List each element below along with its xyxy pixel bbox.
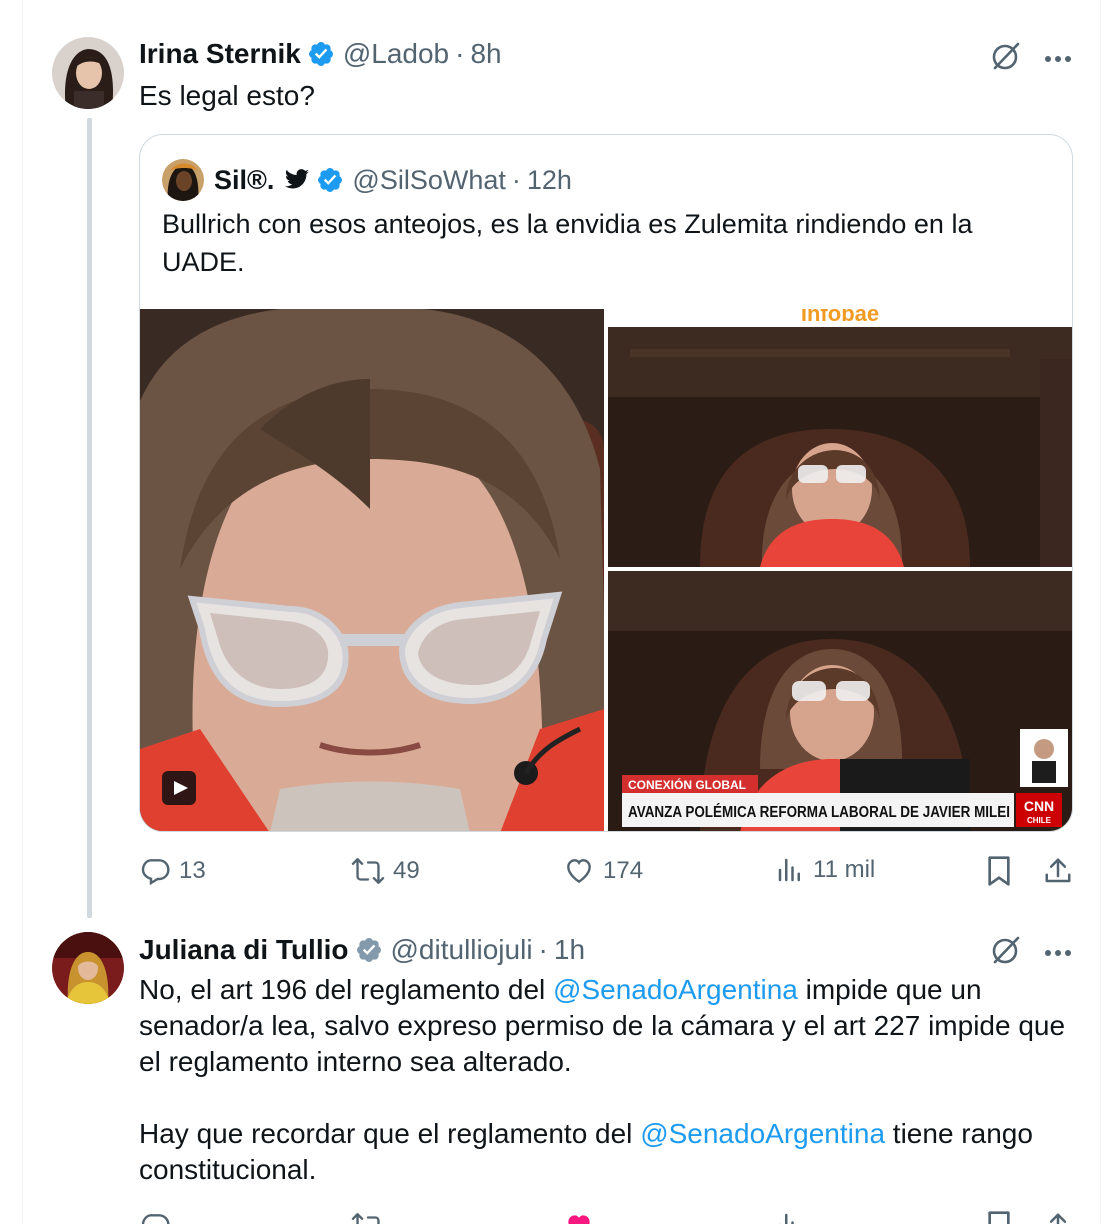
tweet-paragraph-1: No, el art 196 del reglamento del @Senad…	[139, 972, 1069, 1080]
tweet-text: No, el art 196 del reglamento del @Senad…	[139, 972, 1069, 1188]
repost-button[interactable]	[351, 1210, 385, 1224]
like-button[interactable]: 174	[563, 855, 643, 887]
timestamp[interactable]: 8h	[470, 38, 501, 70]
tweet-paragraph-2: Hay que recordar que el reglamento del @…	[139, 1116, 1069, 1188]
bookmark-icon	[988, 856, 1010, 886]
repost-button[interactable]: 49	[351, 855, 420, 887]
views-count: 11 mil	[813, 856, 876, 883]
quote-avatar	[162, 159, 204, 201]
bookmark-button[interactable]	[985, 1210, 1013, 1224]
reply-button[interactable]	[139, 1210, 171, 1224]
header-actions	[990, 40, 1072, 77]
share-button[interactable]	[1043, 855, 1073, 887]
svg-text:CONEXIÓN GLOBAL: CONEXIÓN GLOBAL	[628, 777, 746, 792]
more-options-icon[interactable]	[1044, 50, 1072, 68]
tweet-juliana[interactable]: Juliana di Tullio @ditulliojuli · 1h No,…	[52, 910, 1082, 1224]
media-image-top-right: Infobae	[608, 301, 1072, 567]
grok-icon[interactable]	[990, 934, 1022, 971]
header-actions	[990, 934, 1072, 971]
views-icon	[779, 1213, 794, 1224]
text-segment: No, el art 196 del reglamento del	[139, 974, 554, 1005]
media-image-bottom-right: CONEXIÓN GLOBAL AVANZA POLÉMICA REFORMA …	[608, 571, 1072, 831]
views-icon	[778, 858, 800, 882]
author-name[interactable]: Juliana di Tullio	[139, 934, 349, 966]
share-icon	[1049, 1213, 1067, 1224]
tweet-text: Es legal esto?	[139, 80, 315, 111]
bookmark-button[interactable]	[985, 855, 1013, 887]
reply-icon	[141, 859, 170, 886]
reply-button[interactable]: 13	[139, 855, 206, 887]
verified-badge-icon	[316, 166, 344, 194]
tweet-header: Irina Sternik @Ladob · 8h	[139, 38, 502, 70]
text-segment: Hay que recordar que el reglamento del	[139, 1118, 641, 1149]
mention-link[interactable]: @SenadoArgentina	[553, 974, 798, 1005]
quote-tweet[interactable]: Sil®. @SilSoWhat · 12h Bullrich con esos…	[139, 134, 1073, 832]
verified-badge-icon	[307, 40, 335, 68]
heart-icon	[567, 859, 591, 884]
separator-dot: ·	[538, 934, 548, 965]
more-options-icon[interactable]	[1044, 944, 1072, 962]
tweet-action-bar	[139, 1210, 1079, 1224]
quote-header: Sil®. @SilSoWhat · 12h	[162, 159, 572, 201]
verified-badge-icon	[355, 936, 383, 964]
separator-dot: ·	[455, 38, 465, 69]
repost-count: 49	[393, 857, 420, 884]
grok-icon[interactable]	[990, 40, 1022, 77]
svg-text:CNN: CNN	[1024, 798, 1054, 814]
author-name[interactable]: Irina Sternik	[139, 38, 301, 70]
svg-text:Infobae: Infobae	[801, 309, 879, 326]
svg-text:AVANZA POLÉMICA REFORMA LABORA: AVANZA POLÉMICA REFORMA LABORAL DE JAVIE…	[628, 802, 1010, 821]
quote-text: Bullrich con esos anteojos, es la envidi…	[162, 209, 973, 277]
avatar[interactable]	[52, 932, 124, 1004]
repost-icon	[351, 858, 385, 884]
heart-filled-icon	[568, 1215, 590, 1224]
quote-author-handle[interactable]: @SilSoWhat	[352, 165, 505, 196]
share-button[interactable]	[1043, 1210, 1073, 1224]
author-handle[interactable]: @Ladob	[343, 38, 449, 70]
like-count: 174	[603, 857, 644, 884]
media-grid[interactable]: Infobae CONEXIÓN GLOBAL AVANZA POLÉMICA …	[140, 301, 1072, 831]
timeline-right-border	[1100, 0, 1101, 1224]
bird-icon	[284, 169, 310, 191]
media-image-left	[140, 306, 610, 831]
avatar[interactable]	[52, 37, 124, 109]
author-handle[interactable]: @ditulliojuli	[391, 934, 533, 966]
svg-text:CHILE: CHILE	[1027, 816, 1052, 825]
quote-timestamp[interactable]: 12h	[527, 165, 572, 196]
mention-link[interactable]: @SenadoArgentina	[640, 1118, 885, 1149]
tweet-action-bar: 13 49 174 11 mil	[139, 855, 1079, 895]
views-button[interactable]	[775, 1210, 805, 1224]
timeline-left-border	[22, 0, 23, 1224]
tweet-irina[interactable]: Irina Sternik @Ladob · 8h Es legal esto?	[52, 0, 1082, 918]
reply-count: 13	[179, 857, 206, 884]
share-icon	[1045, 858, 1071, 883]
bookmark-icon	[988, 1211, 1010, 1224]
views-button[interactable]: 11 mil	[775, 855, 875, 885]
reply-icon	[141, 1214, 170, 1224]
tweet-header: Juliana di Tullio @ditulliojuli · 1h	[139, 934, 585, 966]
thread-line	[87, 118, 92, 918]
like-button[interactable]	[563, 1210, 595, 1224]
repost-icon	[351, 1213, 380, 1224]
quote-author-name[interactable]: Sil®.	[214, 165, 274, 196]
separator-dot: ·	[511, 164, 521, 195]
timestamp[interactable]: 1h	[554, 934, 585, 966]
